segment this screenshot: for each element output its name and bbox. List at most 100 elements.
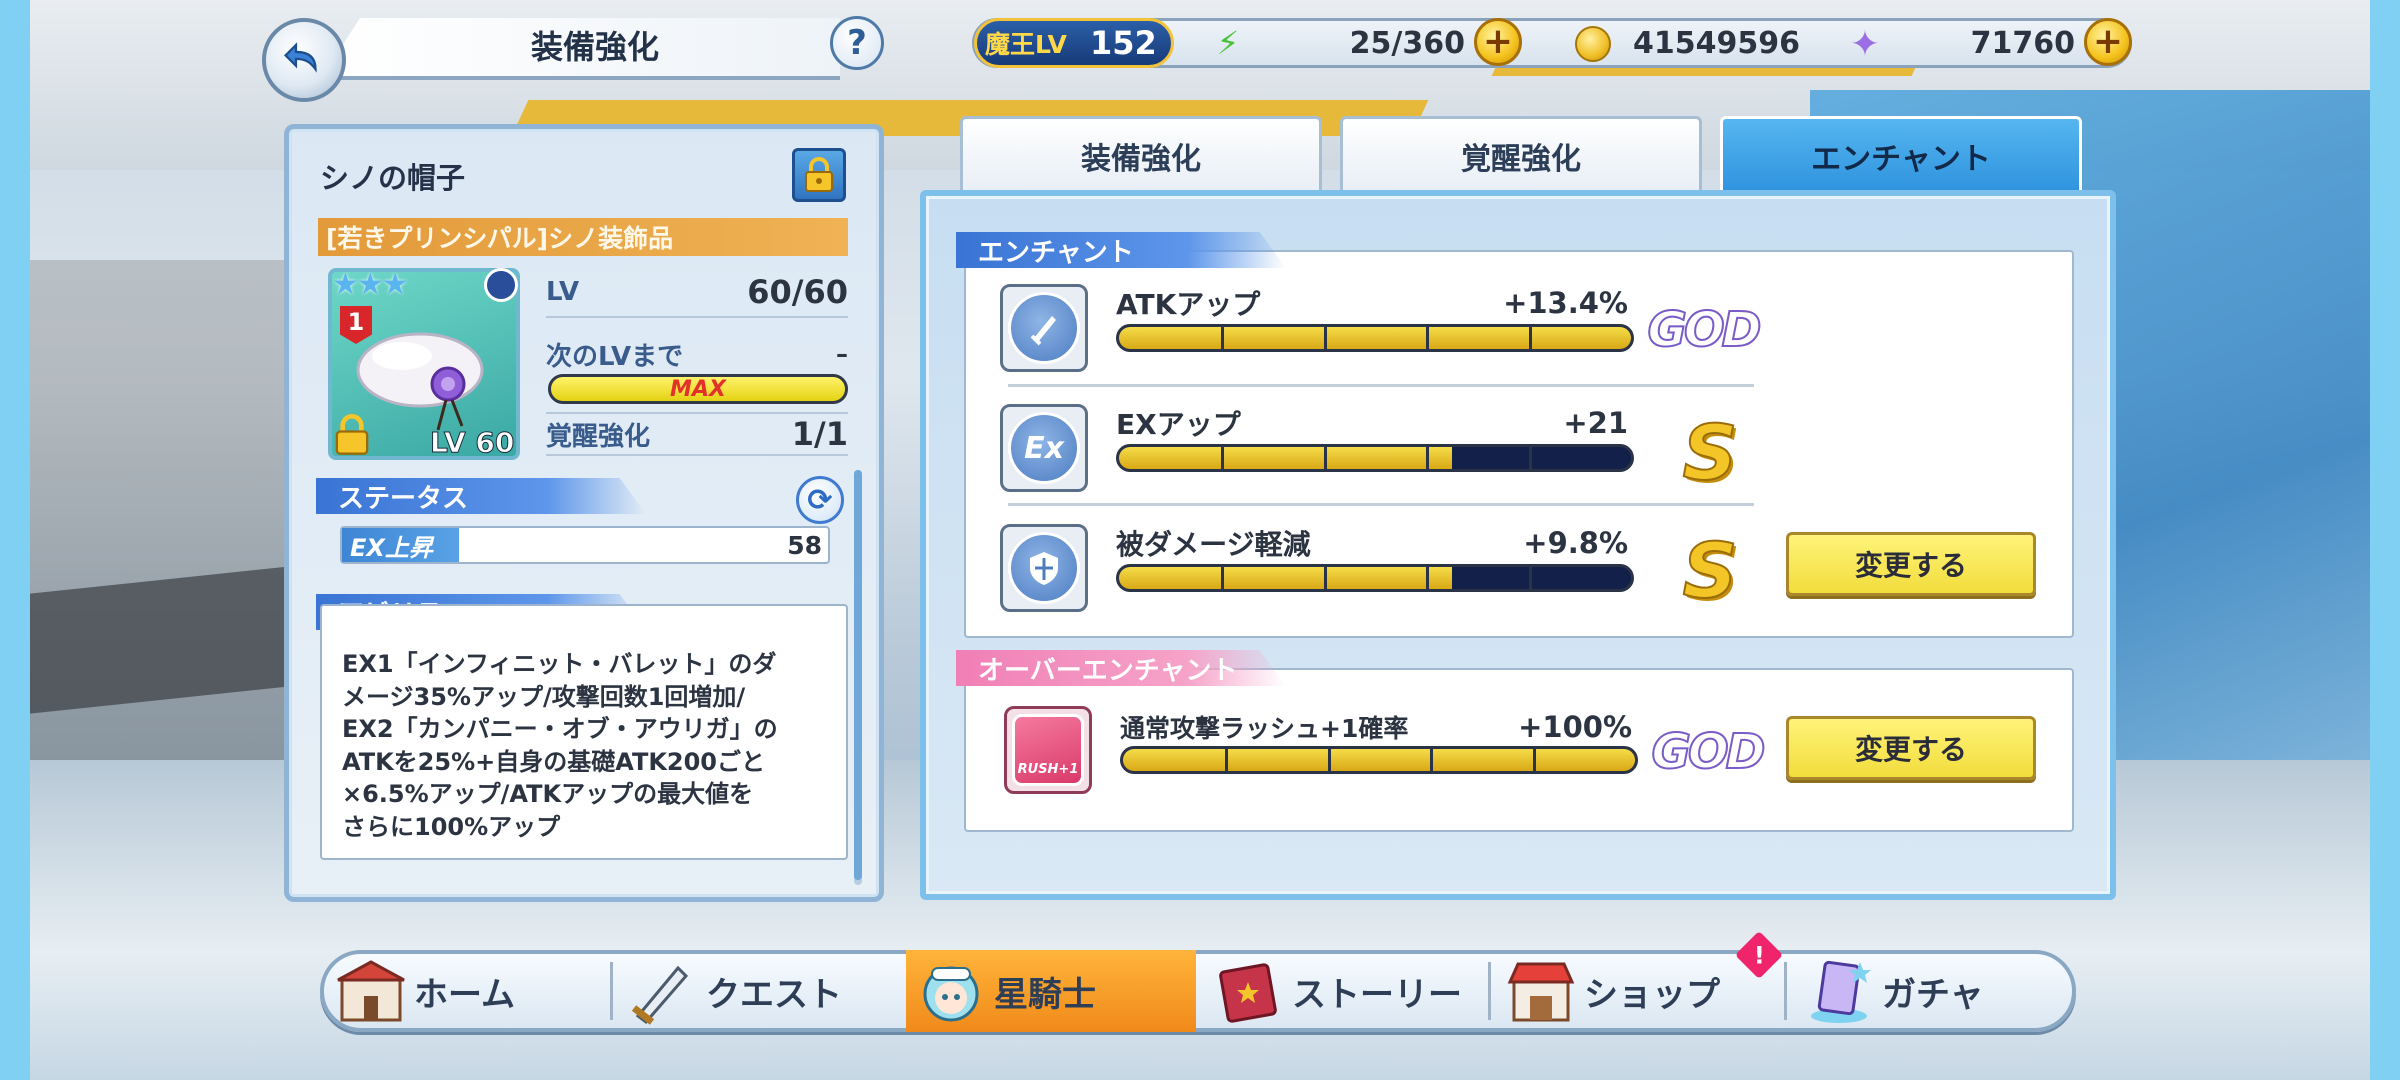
ability-description: EX1「インフィニット・バレット」のダ メージ35%アップ/攻撃回数1回増加/ … xyxy=(342,650,778,841)
enchant-bar-tick xyxy=(1221,327,1225,349)
stamina-value: 25/360 xyxy=(1349,25,1465,61)
nav-home[interactable]: ホーム xyxy=(336,950,515,1032)
enchant-bar-tick xyxy=(1221,567,1225,589)
nav-star-knight[interactable]: 星騎士 xyxy=(916,950,1096,1032)
enchant-bar-tick xyxy=(1528,447,1532,469)
status-section-header: ステータス xyxy=(316,478,646,514)
enchant-bar-tick xyxy=(1430,749,1434,771)
screen-frame-left xyxy=(0,0,30,1080)
nav-label: クエスト xyxy=(706,974,842,1015)
card-lock-icon xyxy=(335,414,369,455)
enchant-bar-fill xyxy=(1119,447,1452,469)
lv-value: 60/60 xyxy=(747,273,848,311)
divider xyxy=(546,316,848,318)
enchant-row-icon: Ex xyxy=(1000,404,1088,492)
status-name: EX上昇 xyxy=(350,533,433,562)
refresh-button[interactable]: ⟳ xyxy=(796,476,844,524)
nav-story[interactable]: ストーリー xyxy=(1214,950,1462,1032)
enchant-bar xyxy=(1116,444,1634,472)
enchant-bar-fill xyxy=(1119,567,1452,589)
enchant-value: +21 xyxy=(1563,406,1628,440)
sword-icon xyxy=(1008,292,1080,364)
back-button[interactable] xyxy=(262,18,346,102)
badge-text: ! xyxy=(1753,940,1765,969)
sword-quest-icon xyxy=(628,956,698,1026)
next-lv-label: 次のLVまで xyxy=(546,341,684,372)
next-lv-value: – xyxy=(836,340,848,368)
rush-icon: RUSH+1 xyxy=(1012,714,1084,786)
screen-frame-right xyxy=(2370,0,2400,1080)
enchant-bar-fill xyxy=(1119,327,1631,349)
tab-awaken-enhance[interactable]: 覚醒強化 xyxy=(1340,116,1702,192)
enchant-name: 被ダメージ軽減 xyxy=(1116,528,1311,561)
enchant-bar-tick xyxy=(1225,749,1229,771)
enchant-bar-tick xyxy=(1323,447,1327,469)
nav-separator xyxy=(1488,962,1491,1020)
nav-quest[interactable]: クエスト xyxy=(628,950,842,1032)
awaken-value: 1/1 xyxy=(791,415,848,453)
enchant-value: +9.8% xyxy=(1523,526,1628,560)
coin-icon xyxy=(1575,26,1611,62)
grade-s-label: S xyxy=(1682,407,1739,498)
over-enchant-section-header: オーバーエンチャント xyxy=(956,650,1286,686)
item-name: シノの帽子 xyxy=(320,161,466,195)
change-enchant-button[interactable]: 変更する xyxy=(1786,532,2036,596)
shield-icon xyxy=(1008,532,1080,604)
nav-label: ホーム xyxy=(414,974,515,1015)
help-button[interactable]: ? xyxy=(830,16,884,70)
enchant-value: +13.4% xyxy=(1503,286,1628,320)
shop-icon xyxy=(1506,956,1576,1026)
nav-label: ストーリー xyxy=(1292,974,1462,1015)
refresh-icon: ⟳ xyxy=(807,482,833,518)
lock-icon xyxy=(805,157,833,192)
enchant-bar-tick xyxy=(1528,327,1532,349)
grade-god-label: GOD xyxy=(1648,722,1766,782)
tab-equipment-enhance[interactable]: 装備強化 xyxy=(960,116,1322,192)
lightning-icon: ⚡ xyxy=(1216,24,1240,62)
divider xyxy=(546,454,848,456)
rarity-stars: ★★★ xyxy=(332,266,409,302)
enchant-name: EXアップ xyxy=(1116,408,1241,441)
grade-s-label: S xyxy=(1682,525,1739,616)
scrollbar-thumb[interactable] xyxy=(854,470,862,880)
add-stamina-button[interactable]: + xyxy=(1474,18,1522,66)
enchant-bar xyxy=(1116,324,1634,352)
nav-shop[interactable]: ショップ xyxy=(1506,950,1720,1032)
add-gems-button[interactable]: + xyxy=(2084,18,2132,66)
lock-toggle-button[interactable] xyxy=(792,148,846,202)
nav-label: ショップ xyxy=(1584,974,1720,1015)
enchant-section-header: エンチャント xyxy=(956,232,1286,268)
over-enchant-value: +100% xyxy=(1518,710,1632,744)
tab-enchant[interactable]: エンチャント xyxy=(1720,116,2082,192)
star-gem-icon: ✦ xyxy=(1849,23,1881,65)
item-series-tag: [若きプリンシパル]シノ装飾品 xyxy=(318,218,848,256)
ex-icon: Ex xyxy=(1008,412,1080,484)
divider xyxy=(1008,503,1754,506)
enchant-row-icon xyxy=(1000,284,1088,372)
coin-value: 41549596 xyxy=(1633,25,1800,61)
story-book-icon xyxy=(1214,956,1284,1026)
status-value: 58 xyxy=(787,530,822,560)
enchant-bar xyxy=(1120,746,1638,774)
ring-icon xyxy=(484,268,518,302)
enchant-name: ATKアップ xyxy=(1116,288,1261,321)
grade-god-label: GOD xyxy=(1644,300,1762,360)
page-title: 装備強化 xyxy=(530,28,659,66)
enchant-bar-tick xyxy=(1532,749,1536,771)
enchant-row-icon xyxy=(1000,524,1088,612)
home-building-icon xyxy=(336,956,406,1026)
change-over-enchant-button[interactable]: 変更する xyxy=(1786,716,2036,780)
nav-label: 星騎士 xyxy=(994,974,1096,1015)
back-arrow-icon xyxy=(283,42,317,73)
enchant-bar-tick xyxy=(1426,567,1430,589)
nav-separator xyxy=(610,962,613,1020)
nav-label: ガチャ xyxy=(1882,974,1984,1015)
enchant-bar-tick xyxy=(1323,567,1327,589)
enchant-bar-tick xyxy=(1221,447,1225,469)
over-enchant-name: 通常攻撃ラッシュ+1確率 xyxy=(1120,714,1409,743)
enchant-row-icon: RUSH+1 xyxy=(1004,706,1092,794)
enchant-bar-tick xyxy=(1528,567,1532,589)
player-level-label: 魔王LV xyxy=(985,30,1067,59)
nav-gacha[interactable]: ガチャ xyxy=(1804,950,1984,1032)
beret-hat-image xyxy=(356,332,484,431)
